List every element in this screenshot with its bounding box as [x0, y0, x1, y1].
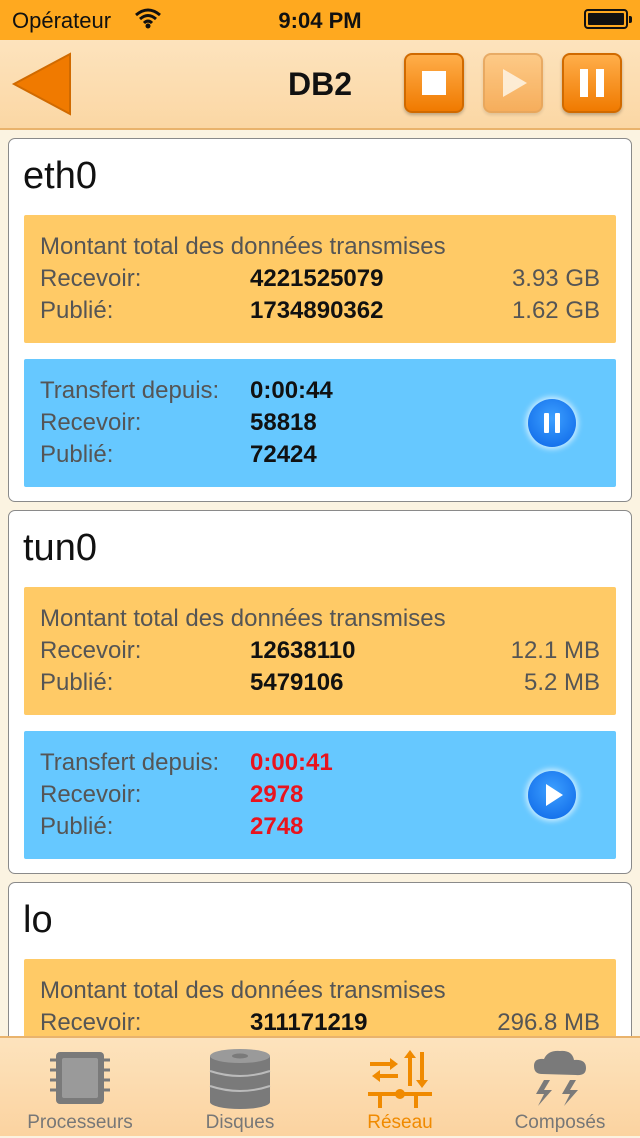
tab-label: Processeurs — [27, 1112, 133, 1133]
interface-card-lo: lo Montant total des données transmises … — [8, 882, 632, 1036]
cpu-chip-icon — [50, 1052, 110, 1104]
tab-disks[interactable]: Disques — [160, 1038, 320, 1138]
navigation-bar: DB2 — [0, 40, 640, 130]
transfer-duration: 0:00:41 — [250, 749, 333, 776]
receive-bytes: 4221525079 — [250, 265, 384, 292]
transfer-duration: 0:00:44 — [250, 377, 333, 404]
tab-label: Composés — [514, 1112, 606, 1133]
status-bar: Opérateur 9:04 PM — [0, 0, 640, 40]
interface-name: eth0 — [23, 155, 97, 197]
total-data-panel: Montant total des données transmises Rec… — [24, 587, 616, 715]
sent-label: Publié: — [40, 297, 114, 324]
pause-icon — [580, 69, 604, 97]
stop-button[interactable] — [404, 53, 464, 113]
interface-name: tun0 — [23, 527, 97, 569]
transfer-since-panel: Transfert depuis: 0:00:44 Recevoir: 5881… — [24, 359, 616, 487]
play-button[interactable] — [483, 53, 543, 113]
tab-network[interactable]: Réseau — [320, 1038, 480, 1138]
sent-bytes: 1734890362 — [250, 297, 384, 324]
receive-size: 3.93 GB — [511, 265, 600, 292]
battery-icon — [584, 9, 632, 29]
interface-card-tun0: tun0 Montant total des données transmise… — [8, 510, 632, 874]
tab-label: Réseau — [367, 1112, 433, 1133]
total-title: Montant total des données transmises — [40, 605, 446, 632]
disk-stack-icon — [209, 1049, 271, 1109]
play-icon — [503, 69, 527, 97]
clock: 9:04 PM — [278, 8, 362, 33]
storm-cloud-icon — [534, 1050, 586, 1106]
tab-label: Disques — [205, 1112, 275, 1133]
transfer-since-panel: Transfert depuis: 0:00:41 Recevoir: 2978… — [24, 731, 616, 859]
sent-bytes: 2748 — [250, 813, 304, 840]
interface-card-eth0: eth0 Montant total des données transmise… — [8, 138, 632, 502]
sent-bytes: 5479106 — [250, 669, 344, 696]
stop-icon — [422, 71, 446, 95]
receive-size: 296.8 MB — [497, 1009, 600, 1036]
pause-icon — [544, 413, 560, 433]
receive-label: Recevoir: — [40, 1009, 142, 1036]
receive-bytes: 311171219 — [250, 1009, 368, 1036]
total-title: Montant total des données transmises — [40, 233, 446, 260]
sent-label: Publié: — [40, 669, 114, 696]
pause-counter-button[interactable] — [528, 399, 576, 447]
receive-label: Recevoir: — [40, 781, 142, 808]
network-arrows-icon — [368, 1050, 432, 1108]
sent-size: 5.2 MB — [523, 669, 600, 696]
receive-label: Recevoir: — [40, 637, 142, 664]
sent-bytes: 72424 — [250, 441, 317, 468]
transfer-since-label: Transfert depuis: — [40, 749, 220, 776]
play-icon — [546, 784, 563, 806]
total-title: Montant total des données transmises — [40, 977, 446, 1004]
sent-label: Publié: — [40, 441, 114, 468]
tab-composites[interactable]: Composés — [480, 1038, 640, 1138]
receive-bytes: 12638110 — [250, 637, 356, 664]
total-data-panel: Montant total des données transmises Rec… — [24, 959, 616, 1036]
receive-bytes: 2978 — [250, 781, 304, 808]
resume-counter-button[interactable] — [528, 771, 576, 819]
tab-processors[interactable]: Processeurs — [0, 1038, 160, 1138]
receive-label: Recevoir: — [40, 409, 142, 436]
sent-size: 1.62 GB — [511, 297, 600, 324]
sent-label: Publié: — [40, 813, 114, 840]
receive-size: 12.1 MB — [510, 637, 600, 664]
tab-bar: Processeurs Disques Réseau Composés — [0, 1036, 640, 1136]
page-title: DB2 — [287, 66, 352, 102]
transfer-since-label: Transfert depuis: — [40, 377, 220, 404]
pause-button[interactable] — [562, 53, 622, 113]
receive-label: Recevoir: — [40, 265, 142, 292]
receive-bytes: 58818 — [250, 409, 317, 436]
interface-list[interactable]: eth0 Montant total des données transmise… — [0, 130, 640, 1036]
interface-name: lo — [23, 899, 53, 941]
total-data-panel: Montant total des données transmises Rec… — [24, 215, 616, 343]
